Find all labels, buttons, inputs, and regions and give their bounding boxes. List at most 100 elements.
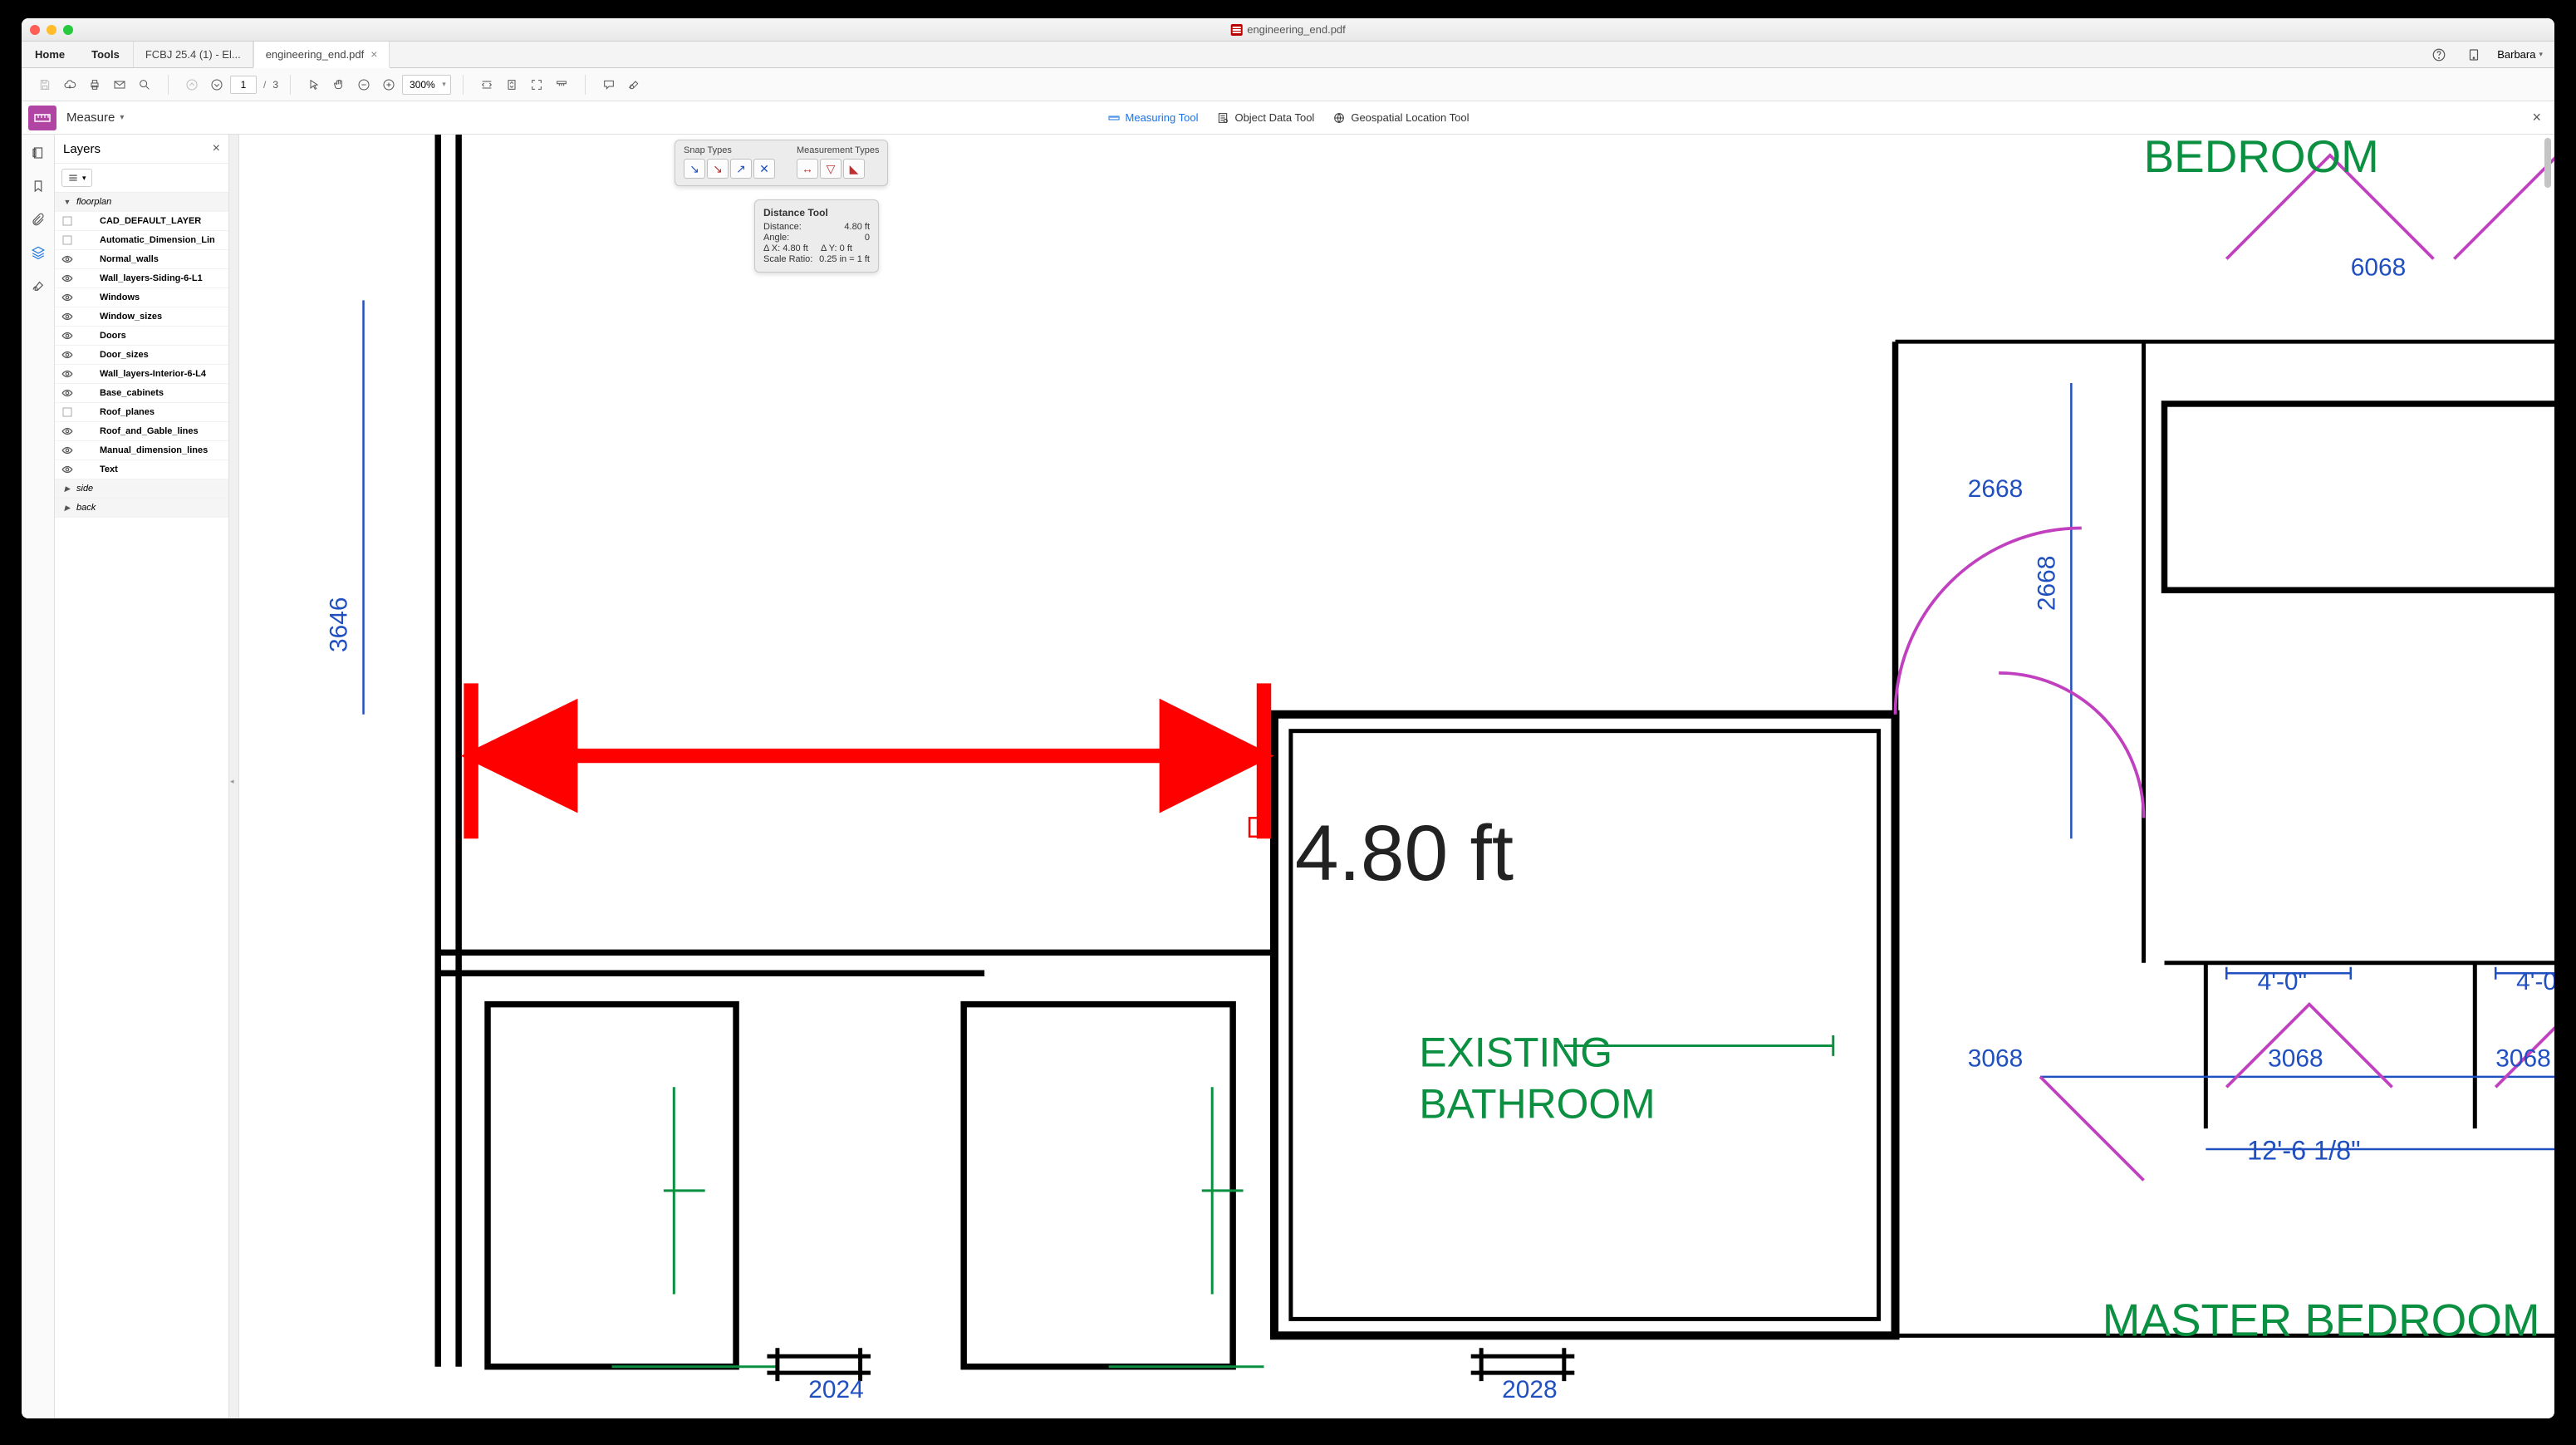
- fit-page-icon[interactable]: [500, 73, 523, 96]
- bookmarks-icon[interactable]: [28, 176, 48, 196]
- object-data-tool-button[interactable]: Object Data Tool: [1216, 111, 1314, 125]
- layer-visibility-toggle[interactable]: ▶: [58, 504, 76, 513]
- comment-icon[interactable]: [597, 73, 621, 96]
- layer-row-cad-default-layer[interactable]: CAD_DEFAULT_LAYER: [55, 212, 228, 231]
- measure-chip-icon: [28, 106, 56, 130]
- zoom-select[interactable]: 300%: [402, 75, 451, 95]
- layer-row-windows[interactable]: Windows: [55, 288, 228, 307]
- layer-list: ▼floorplanCAD_DEFAULT_LAYERAutomatic_Dim…: [55, 193, 228, 1418]
- layer-visibility-toggle[interactable]: [58, 274, 76, 283]
- layer-visibility-toggle[interactable]: [58, 351, 76, 359]
- close-layers-icon[interactable]: ×: [213, 141, 220, 156]
- email-icon[interactable]: [108, 73, 131, 96]
- tools-tab[interactable]: Tools: [78, 42, 133, 67]
- layer-visibility-toggle[interactable]: [58, 332, 76, 340]
- zoom-out-icon[interactable]: [352, 73, 375, 96]
- measure-dropdown[interactable]: Measure: [66, 111, 124, 125]
- document-tab-2[interactable]: engineering_end.pdf ×: [253, 42, 390, 68]
- snap-intersection-icon[interactable]: ↗: [730, 159, 752, 179]
- print-icon[interactable]: [83, 73, 106, 96]
- layer-visibility-toggle[interactable]: [58, 446, 76, 455]
- search-icon[interactable]: [133, 73, 156, 96]
- document-tab-1[interactable]: FCBJ 25.4 (1) - El...: [133, 42, 253, 67]
- close-tab-icon[interactable]: ×: [370, 47, 377, 61]
- measure-distance-icon[interactable]: ↔: [797, 159, 818, 179]
- save-icon[interactable]: [33, 73, 56, 96]
- page-down-icon[interactable]: [205, 73, 228, 96]
- layer-row-window-sizes[interactable]: Window_sizes: [55, 307, 228, 327]
- panel-collapse-gutter[interactable]: [229, 135, 239, 1418]
- distance-tool-panel[interactable]: Distance Tool Distance:4.80 ft Angle:0 Δ…: [754, 199, 879, 273]
- zoom-in-icon[interactable]: [377, 73, 400, 96]
- user-menu[interactable]: Barbara ▾: [2497, 48, 2543, 61]
- thumbnails-icon[interactable]: [28, 143, 48, 163]
- layer-visibility-toggle[interactable]: ▼: [58, 198, 76, 206]
- layer-visibility-toggle[interactable]: [58, 312, 76, 321]
- measure-toolbar: Measure Measuring Tool Object Data Tool …: [22, 101, 2554, 135]
- attachments-icon[interactable]: [28, 209, 48, 229]
- layer-row-wall-layers-siding-6-l1[interactable]: Wall_layers-Siding-6-L1: [55, 269, 228, 288]
- layers-icon[interactable]: [28, 243, 48, 263]
- snap-types-panel[interactable]: Snap Types ↘ ↘ ↗ ✕ Measurement Types ↔ ▽…: [675, 140, 888, 186]
- layer-visibility-toggle[interactable]: [58, 389, 76, 397]
- app-window: engineering_end.pdf Home Tools FCBJ 25.4…: [22, 18, 2554, 1418]
- vertical-scrollbar[interactable]: [2544, 138, 2553, 1415]
- measure-area-icon[interactable]: ◣: [843, 159, 865, 179]
- snap-midpoint-icon[interactable]: ↘: [707, 159, 729, 179]
- cloud-icon[interactable]: [58, 73, 81, 96]
- snap-perpendicular-icon[interactable]: ✕: [753, 159, 775, 179]
- svg-text:3068: 3068: [1968, 1044, 2024, 1072]
- document-canvas[interactable]: 4.80 ft EXISTING BATHROOM BEDROOM MASTER…: [239, 135, 2554, 1418]
- snap-endpoint-icon[interactable]: ↘: [684, 159, 705, 179]
- layer-row-roof-and-gable-lines[interactable]: Roof_and_Gable_lines: [55, 422, 228, 441]
- minimize-window-button[interactable]: [47, 25, 56, 35]
- layer-visibility-toggle[interactable]: [58, 370, 76, 378]
- main-body: Layers × ▾ ▼floorplanCAD_DEFAULT_LAYERAu…: [22, 135, 2554, 1418]
- close-measure-icon[interactable]: ×: [2525, 106, 2548, 130]
- layer-visibility-toggle[interactable]: [58, 255, 76, 263]
- layer-row-door-sizes[interactable]: Door_sizes: [55, 346, 228, 365]
- layer-row-normal-walls[interactable]: Normal_walls: [55, 250, 228, 269]
- measure-perimeter-icon[interactable]: ▽: [820, 159, 841, 179]
- window-title: engineering_end.pdf: [1230, 23, 1346, 36]
- layer-row-text[interactable]: Text: [55, 460, 228, 479]
- fullscreen-icon[interactable]: [525, 73, 548, 96]
- svg-text:BATHROOM: BATHROOM: [1419, 1081, 1655, 1128]
- layer-row-roof-planes[interactable]: Roof_planes: [55, 403, 228, 422]
- layer-row-back[interactable]: ▶back: [55, 499, 228, 518]
- page-up-icon[interactable]: [180, 73, 204, 96]
- layer-visibility-toggle[interactable]: [58, 427, 76, 435]
- fit-width-icon[interactable]: [475, 73, 498, 96]
- help-icon[interactable]: [2427, 43, 2451, 66]
- layer-row-automatic-dimension-lin[interactable]: Automatic_Dimension_Lin: [55, 231, 228, 250]
- page-number-input[interactable]: [230, 76, 257, 94]
- select-tool-icon[interactable]: [302, 73, 326, 96]
- geospatial-tool-button[interactable]: Geospatial Location Tool: [1332, 111, 1469, 125]
- layers-options-button[interactable]: ▾: [61, 169, 92, 187]
- layer-row-base-cabinets[interactable]: Base_cabinets: [55, 384, 228, 403]
- layer-row-wall-layers-interior-6-l4[interactable]: Wall_layers-Interior-6-L4: [55, 365, 228, 384]
- close-window-button[interactable]: [30, 25, 40, 35]
- home-tab[interactable]: Home: [22, 42, 78, 67]
- layer-visibility-toggle[interactable]: [58, 293, 76, 302]
- layer-visibility-toggle[interactable]: ▶: [58, 484, 76, 494]
- pdf-icon: [1230, 24, 1242, 36]
- read-mode-icon[interactable]: [550, 73, 573, 96]
- layer-row-floorplan[interactable]: ▼floorplan: [55, 193, 228, 212]
- layer-visibility-toggle[interactable]: [58, 407, 76, 417]
- maximize-window-button[interactable]: [63, 25, 73, 35]
- layer-visibility-toggle[interactable]: [58, 216, 76, 226]
- layer-row-side[interactable]: ▶side: [55, 479, 228, 499]
- signatures-icon[interactable]: [28, 276, 48, 296]
- layer-visibility-toggle[interactable]: [58, 235, 76, 245]
- layer-visibility-toggle[interactable]: [58, 465, 76, 474]
- layer-row-doors[interactable]: Doors: [55, 327, 228, 346]
- sign-icon[interactable]: [622, 73, 645, 96]
- measurement-text: 4.80 ft: [1295, 809, 1514, 897]
- svg-text:3068: 3068: [2268, 1044, 2323, 1072]
- notifications-icon[interactable]: [2462, 43, 2485, 66]
- layer-row-manual-dimension-lines[interactable]: Manual_dimension_lines: [55, 441, 228, 460]
- hand-tool-icon[interactable]: [327, 73, 351, 96]
- page-total: 3: [272, 79, 278, 91]
- measuring-tool-button[interactable]: Measuring Tool: [1107, 111, 1199, 125]
